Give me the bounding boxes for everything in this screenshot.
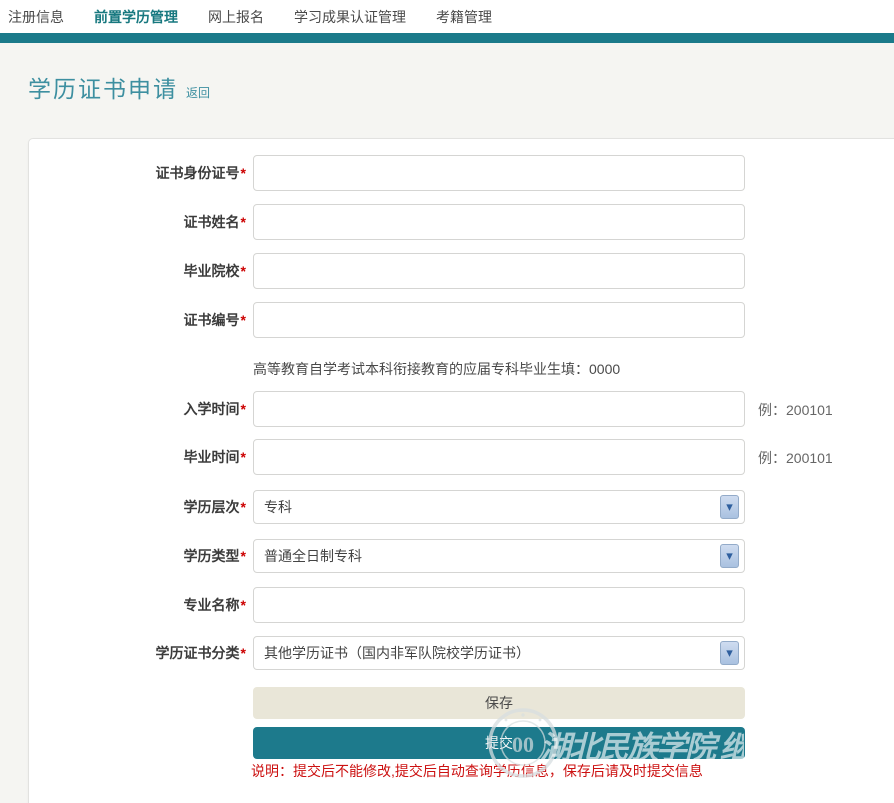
form-row-education-type: 学历类型* 普通全日制专科 ▾ bbox=[29, 539, 789, 575]
page-header: 学历证书申请 返回 bbox=[28, 70, 210, 104]
accent-divider-bar bbox=[0, 33, 894, 43]
major-name-label: 专业名称* bbox=[29, 587, 246, 623]
graduation-school-input[interactable] bbox=[253, 253, 745, 289]
form-row-certificate-id: 证书身份证号* bbox=[29, 155, 789, 191]
nav-item-exam-record-management[interactable]: 考籍管理 bbox=[436, 7, 492, 27]
nav-item-learning-achievement-certification[interactable]: 学习成果认证管理 bbox=[294, 7, 406, 27]
top-navigation: 注册信息 前置学历管理 网上报名 学习成果认证管理 考籍管理 bbox=[0, 0, 894, 33]
education-level-label: 学历层次* bbox=[29, 490, 246, 524]
certificate-id-input[interactable] bbox=[253, 155, 745, 191]
app-window: 注册信息 前置学历管理 网上报名 学习成果认证管理 考籍管理 学历证书申请 返回… bbox=[0, 0, 894, 803]
required-asterisk: * bbox=[241, 312, 246, 328]
form-row-major-name: 专业名称* bbox=[29, 587, 789, 623]
form-row-graduation-school: 毕业院校* bbox=[29, 253, 789, 289]
education-level-selected-value: 专科 bbox=[264, 491, 292, 523]
enrollment-date-label: 入学时间* bbox=[29, 391, 246, 427]
major-name-input[interactable] bbox=[253, 587, 745, 623]
form-row-enrollment-date: 入学时间* 例：200101 bbox=[29, 391, 789, 427]
graduation-date-input[interactable] bbox=[253, 439, 745, 475]
required-asterisk: * bbox=[241, 449, 246, 465]
certificate-number-input[interactable] bbox=[253, 302, 745, 338]
required-asterisk: * bbox=[241, 548, 246, 564]
required-asterisk: * bbox=[241, 645, 246, 661]
required-asterisk: * bbox=[241, 263, 246, 279]
form-row-certificate-name: 证书姓名* bbox=[29, 204, 789, 240]
certificate-name-label: 证书姓名* bbox=[29, 204, 246, 240]
required-asterisk: * bbox=[241, 401, 246, 417]
back-link[interactable]: 返回 bbox=[186, 84, 210, 101]
certificate-category-select[interactable]: 其他学历证书（国内非军队院校学历证书） ▾ bbox=[253, 636, 745, 670]
enrollment-date-example-hint: 例：200101 bbox=[758, 400, 833, 420]
nav-item-prior-education-management[interactable]: 前置学历管理 bbox=[94, 7, 178, 27]
nav-item-online-registration[interactable]: 网上报名 bbox=[208, 7, 264, 27]
graduation-school-label: 毕业院校* bbox=[29, 253, 246, 289]
nav-item-registration-info[interactable]: 注册信息 bbox=[8, 7, 64, 27]
submission-instruction-note: 说明：提交后不能修改,提交后自动查询学历信息，保存后请及时提交信息 bbox=[251, 761, 703, 781]
page-title: 学历证书申请 bbox=[28, 70, 178, 104]
education-type-selected-value: 普通全日制专科 bbox=[264, 540, 362, 572]
chevron-down-icon: ▾ bbox=[720, 544, 739, 568]
required-asterisk: * bbox=[241, 214, 246, 230]
chevron-down-icon: ▾ bbox=[720, 641, 739, 665]
submit-button[interactable]: 提交 bbox=[253, 727, 745, 759]
form-row-certificate-category: 学历证书分类* 其他学历证书（国内非军队院校学历证书） ▾ bbox=[29, 636, 789, 672]
form-row-graduation-date: 毕业时间* 例：200101 bbox=[29, 439, 789, 475]
save-button[interactable]: 保存 bbox=[253, 687, 745, 719]
education-level-select[interactable]: 专科 ▾ bbox=[253, 490, 745, 524]
certificate-category-label: 学历证书分类* bbox=[29, 636, 246, 670]
certificate-id-label: 证书身份证号* bbox=[29, 155, 246, 191]
enrollment-date-input[interactable] bbox=[253, 391, 745, 427]
certificate-number-label: 证书编号* bbox=[29, 302, 246, 338]
certificate-category-selected-value: 其他学历证书（国内非军队院校学历证书） bbox=[264, 637, 530, 669]
required-asterisk: * bbox=[241, 499, 246, 515]
education-type-label: 学历类型* bbox=[29, 539, 246, 573]
education-type-select[interactable]: 普通全日制专科 ▾ bbox=[253, 539, 745, 573]
required-asterisk: * bbox=[241, 597, 246, 613]
required-asterisk: * bbox=[241, 165, 246, 181]
form-row-education-level: 学历层次* 专科 ▾ bbox=[29, 490, 789, 526]
certificate-name-input[interactable] bbox=[253, 204, 745, 240]
form-row-certificate-number: 证书编号* bbox=[29, 302, 789, 338]
self-study-exam-note: 高等教育自学考试本科衔接教育的应届专科毕业生填：0000 bbox=[253, 359, 620, 379]
graduation-date-label: 毕业时间* bbox=[29, 439, 246, 475]
graduation-date-example-hint: 例：200101 bbox=[758, 448, 833, 468]
form-card: 证书身份证号* 证书姓名* 毕业院校* 证书编号* 高等教育自学考试本科衔接教育… bbox=[28, 138, 894, 803]
chevron-down-icon: ▾ bbox=[720, 495, 739, 519]
